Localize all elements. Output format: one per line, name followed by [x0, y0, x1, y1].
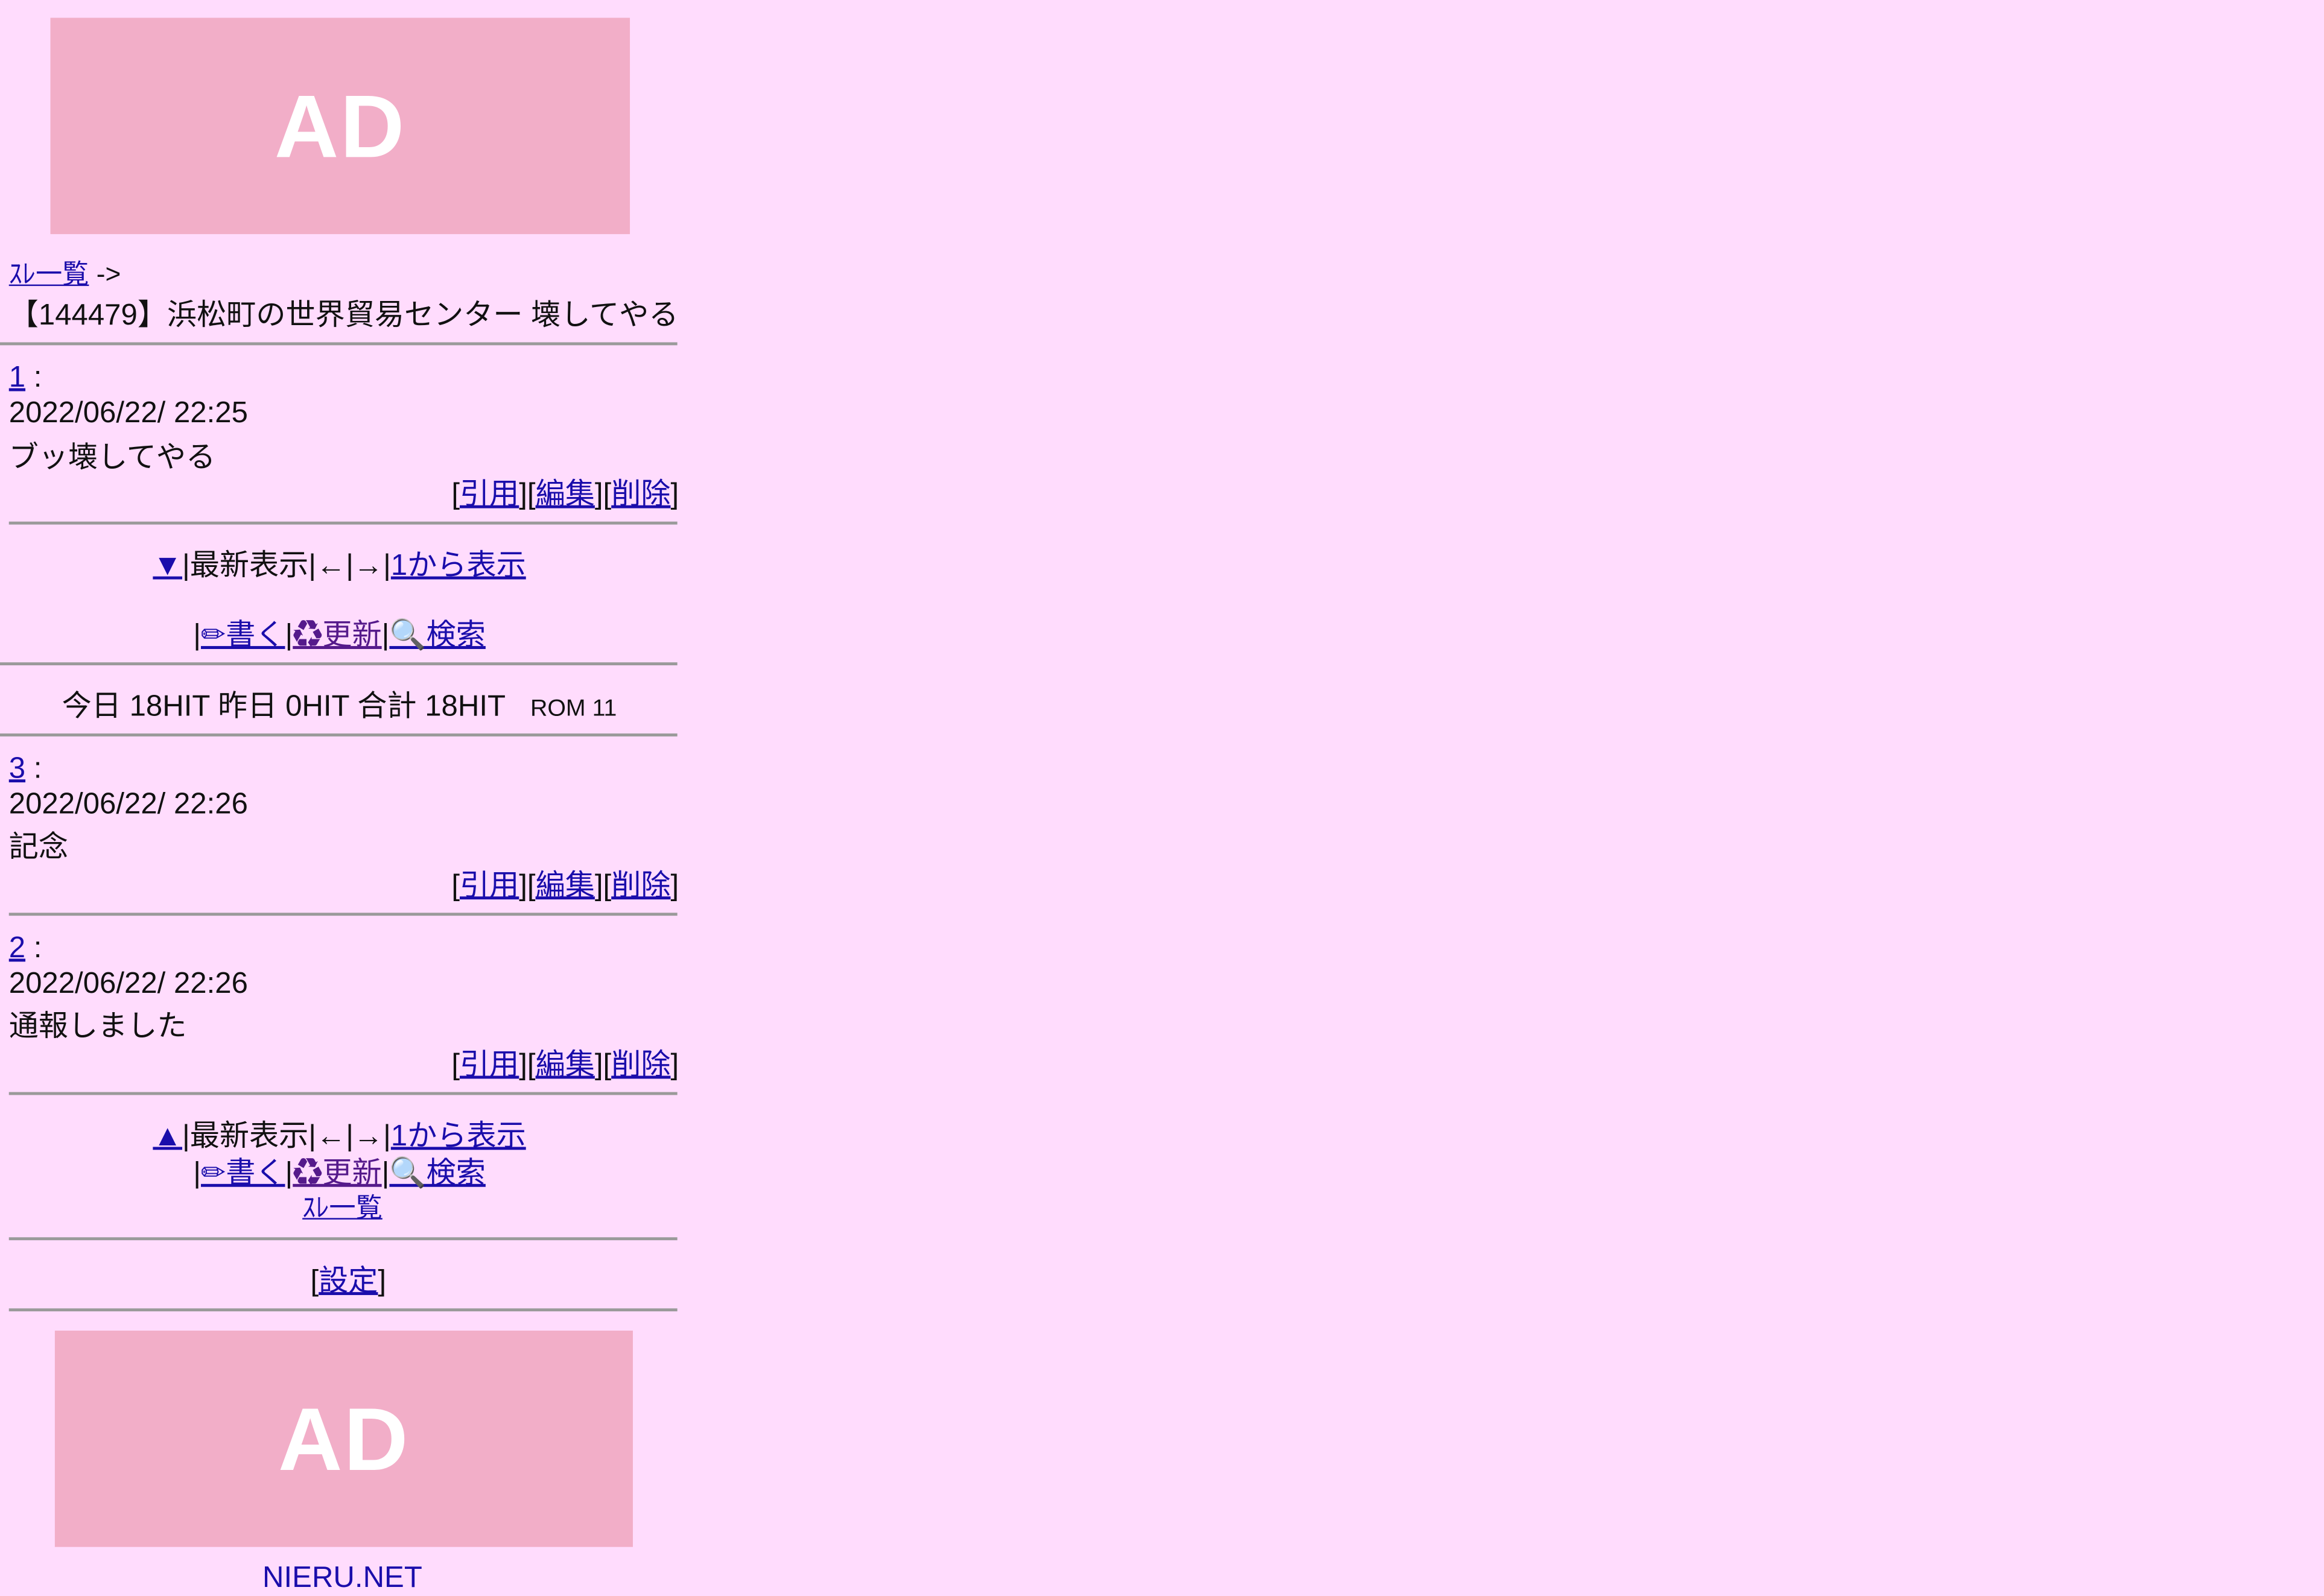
edit-link[interactable]: 編集 [536, 1049, 595, 1081]
quote-link[interactable]: 引用 [460, 1049, 519, 1081]
delete-link[interactable]: 削除 [611, 1049, 670, 1081]
divider [8, 913, 678, 916]
post-body: 記念 [8, 831, 69, 864]
divider [8, 521, 678, 525]
breadcrumb-arrow: -> [96, 259, 121, 290]
ad-label: AD [278, 1389, 410, 1489]
thread-title: 【144479】浜松町の世界貿易センター 壊してやる [8, 299, 679, 332]
divider [0, 733, 678, 736]
post-number-link[interactable]: 3 [9, 753, 25, 785]
divider [8, 1308, 678, 1312]
delete-link[interactable]: 削除 [611, 870, 670, 902]
footer-site[interactable]: NIERU.NET [0, 1562, 685, 1596]
post-2-header: 2 : [8, 932, 42, 965]
breadcrumb: ｽﾚ一覧 -> [9, 253, 121, 292]
ad-banner-bottom[interactable]: AD [54, 1331, 633, 1547]
tool-links-top: |✏書く|♻更新|🔍検索 [0, 610, 679, 653]
refresh-link[interactable]: ♻更新 [293, 1157, 381, 1190]
post-actions: [引用][編集][削除] [451, 1049, 679, 1082]
separator: | [285, 619, 293, 652]
tool-links-bottom: |✏書く|♻更新|🔍検索 [0, 1148, 679, 1191]
page: AD ｽﾚ一覧 -> 【144479】浜松町の世界貿易センター 壊してやる 1 … [0, 0, 2324, 1594]
post-1-header: 1 : [8, 361, 42, 394]
hit-counts: 今日 18HIT 昨日 0HIT 合計 18HIT [62, 690, 506, 723]
edit-link[interactable]: 編集 [536, 870, 595, 902]
settings-row: [設定] [310, 1265, 387, 1298]
refresh-link[interactable]: ♻更新 [293, 619, 381, 652]
delete-link[interactable]: 削除 [611, 478, 670, 511]
post-3-header: 3 : [8, 752, 42, 785]
separator: | [285, 1157, 293, 1190]
post-actions: [引用][編集][削除] [451, 870, 679, 903]
separator: | [193, 619, 202, 652]
nav-bar-top: ▼|最新表示|←|→|1から表示 [0, 541, 679, 584]
post-body: 通報しました [8, 1010, 187, 1043]
latest-nav-text: |最新表示|←|→| [182, 549, 391, 583]
ad-label: AD [274, 76, 406, 176]
post-date: 2022/06/22/ 22:26 [8, 967, 248, 1001]
separator: | [381, 1157, 390, 1190]
scroll-down-link[interactable]: ▼ [153, 549, 182, 582]
search-link[interactable]: 🔍検索 [389, 619, 485, 652]
write-link[interactable]: ✏書く [201, 619, 285, 652]
divider [8, 1092, 678, 1095]
quote-link[interactable]: 引用 [460, 870, 519, 902]
quote-link[interactable]: 引用 [460, 478, 519, 511]
post-actions: [引用][編集][削除] [451, 478, 679, 511]
separator: | [381, 619, 390, 652]
post-number-link[interactable]: 2 [9, 932, 25, 964]
divider [0, 662, 678, 666]
post-date: 2022/06/22/ 22:25 [8, 397, 248, 430]
separator: | [193, 1157, 202, 1190]
search-link[interactable]: 🔍検索 [389, 1157, 485, 1190]
ad-banner-top[interactable]: AD [50, 17, 630, 235]
edit-link[interactable]: 編集 [536, 478, 595, 511]
divider [0, 342, 678, 346]
thread-list-bottom: ｽﾚ一覧 [0, 1187, 685, 1226]
hit-counter: 今日 18HIT 昨日 0HIT 合計 18HIT ROM 11 [0, 682, 679, 724]
rom-count: ROM 11 [530, 696, 617, 722]
thread-list-link[interactable]: ｽﾚ一覧 [9, 259, 89, 289]
post-date: 2022/06/22/ 22:26 [8, 788, 248, 821]
thread-list-link[interactable]: ｽﾚ一覧 [302, 1193, 383, 1223]
from-first-link[interactable]: 1から表示 [391, 549, 526, 582]
settings-link[interactable]: 設定 [319, 1265, 378, 1298]
post-number-link[interactable]: 1 [9, 361, 25, 394]
divider [8, 1237, 678, 1241]
write-link[interactable]: ✏書く [201, 1157, 285, 1190]
